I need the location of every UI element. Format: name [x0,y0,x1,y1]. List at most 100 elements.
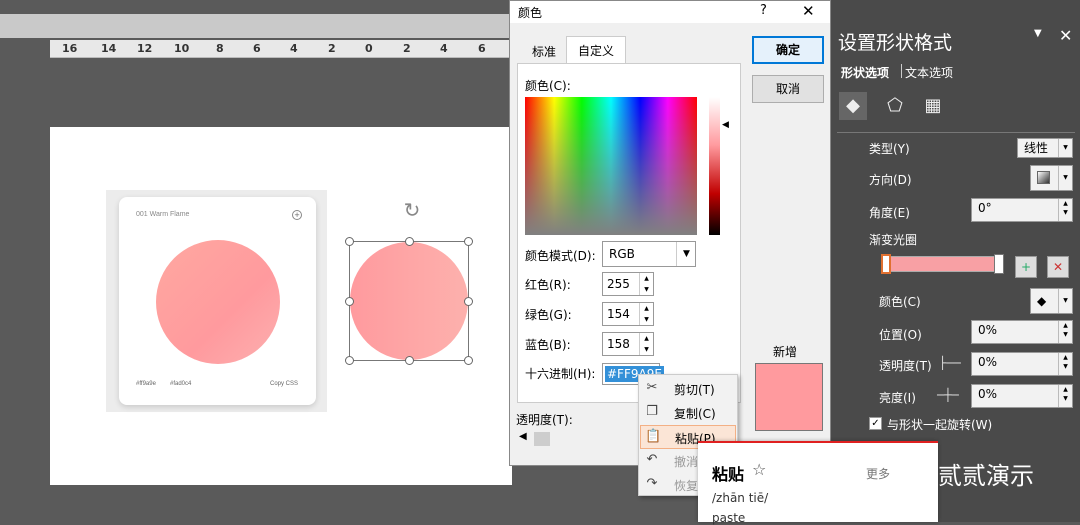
transparency-slider[interactable]: ◀ [517,431,647,447]
color-spectrum[interactable] [525,97,697,235]
ruler-tick: 6 [478,42,486,55]
type-label: 类型(Y) [869,142,910,156]
ruler-tick: 8 [216,42,224,55]
help-button[interactable]: ? [760,3,767,18]
position-label: 位置(O) [879,328,922,342]
ruler-tick: 16 [62,42,78,55]
size-layout-icon[interactable]: ▦ [919,92,947,120]
color-mode-label: 颜色模式(D): [525,249,596,263]
resize-handle[interactable] [464,237,473,246]
gradient-stop[interactable] [994,254,1004,274]
green-label: 绿色(G): [525,308,572,322]
slider-thumb[interactable] [534,432,550,446]
transparency-label: 透明度(T) [879,359,932,373]
copy-icon: ❐ [646,404,658,419]
dictionary-definition: paste [712,511,746,525]
tab-text-options[interactable]: 文本选项 [905,64,953,81]
add-gradient-stop-icon[interactable]: + [1015,256,1037,278]
transparency-slider-icon[interactable]: ├── [939,356,961,370]
undo-icon: ↶ [646,452,658,467]
tab-standard[interactable]: 标准 [522,41,566,63]
dictionary-more-link[interactable]: 更多 [866,465,890,482]
color-label: 颜色(C) [879,295,921,309]
close-icon[interactable]: ✕ [802,2,815,20]
ruler-tick: 2 [328,42,336,55]
spinner-arrows-icon[interactable]: ▲ ▼ [639,303,653,325]
dialog-titlebar [510,1,830,23]
gradient-stops-bar[interactable] [885,256,999,272]
transparency-input[interactable]: 0% ▲ ▼ [971,352,1073,376]
luminance-arrow-icon[interactable]: ◀ [722,120,729,130]
pane-divider [837,132,1075,133]
transparency-label: 透明度(T): [516,413,573,427]
ok-button[interactable]: 确定 [752,36,824,64]
chevron-down-icon[interactable]: ▼ [1058,289,1072,313]
cancel-button[interactable]: 取消 [752,75,824,103]
spinner-arrows-icon[interactable]: ▲ ▼ [1058,321,1072,343]
horizontal-ruler: 16 14 12 10 8 6 4 2 0 2 4 6 [50,40,510,58]
tab-custom[interactable]: 自定义 [566,36,626,64]
remove-gradient-stop-icon[interactable]: ✕ [1047,256,1069,278]
spinner-arrows-icon[interactable]: ▲ ▼ [1058,353,1072,375]
ruler-tick: 14 [101,42,117,55]
spinner-arrows-icon[interactable]: ▲ ▼ [639,273,653,295]
gradient-stop-selected[interactable] [881,254,891,274]
gradient-stops-label: 渐变光圈 [869,233,918,247]
green-input[interactable]: 154 ▲ ▼ [602,302,654,326]
spinner-arrows-icon[interactable]: ▲ ▼ [1058,199,1072,221]
chevron-down-icon[interactable]: ▼ [1058,139,1072,157]
blue-input[interactable]: 158 ▲ ▼ [602,332,654,356]
brightness-label: 亮度(I) [879,391,916,405]
chevron-left-icon[interactable]: ◀ [519,431,527,442]
resize-handle[interactable] [345,297,354,306]
fill-bucket-icon[interactable]: ◆ [839,92,867,120]
chevron-down-icon[interactable]: ▼ [676,242,696,266]
pane-title: 设置形状格式 [838,32,953,54]
menu-item-label: 剪切(T) [674,383,715,397]
star-icon[interactable]: ☆ [752,460,766,479]
ruler-tick: 2 [403,42,411,55]
luminance-slider[interactable] [709,97,720,235]
card-color-code-2: #fad0c4 [170,381,192,387]
dictionary-word: 粘贴 [712,465,745,484]
wechat-logo-icon: ∞ [896,452,930,486]
resize-handle[interactable] [464,356,473,365]
direction-select[interactable]: ▼ [1030,165,1073,191]
menu-item-cut[interactable]: ✂ 剪切(T) [640,377,736,401]
color-picker-button[interactable]: ◆ ▼ [1030,288,1073,314]
type-value: 线性 [1024,141,1049,155]
tab-divider [901,64,902,78]
angle-label: 角度(E) [869,206,910,220]
brightness-slider-icon[interactable]: ─┼─ [937,388,959,402]
chevron-down-icon[interactable]: ▼ [1034,28,1042,39]
menu-item-copy[interactable]: ❐ 复制(C) [640,401,736,425]
spinner-arrows-icon[interactable]: ▲ ▼ [639,333,653,355]
ruler-tick: 4 [290,42,298,55]
type-select[interactable]: 线性 ▼ [1017,138,1073,158]
brightness-input[interactable]: 0% ▲ ▼ [971,384,1073,408]
ruler-tick: 0 [365,42,373,55]
menu-item-label: 恢复 [674,479,699,493]
resize-handle[interactable] [405,237,414,246]
tab-shape-options[interactable]: 形状选项 [841,64,889,81]
position-value: 0% [978,323,998,337]
resize-handle[interactable] [345,356,354,365]
red-input[interactable]: 255 ▲ ▼ [602,272,654,296]
card-title: 001 Warm Flame [136,211,190,218]
rotate-with-shape-checkbox[interactable]: ✓ [869,417,882,430]
selection-box [345,237,473,365]
dictionary-pinyin: /zhān tiē/ [712,491,769,505]
rotate-handle-icon[interactable]: ↻ [399,197,425,223]
chevron-down-icon[interactable]: ▼ [1058,166,1072,190]
close-icon[interactable]: ✕ [1059,26,1072,45]
pentagon-effects-icon[interactable]: ⬠ [881,92,909,120]
angle-input[interactable]: 0° ▲ ▼ [971,198,1073,222]
resize-handle[interactable] [405,356,414,365]
ruler-tick: 12 [137,42,153,55]
card-gradient-circle [156,240,280,364]
position-input[interactable]: 0% ▲ ▼ [971,320,1073,344]
spinner-arrows-icon[interactable]: ▲ ▼ [1058,385,1072,407]
resize-handle[interactable] [464,297,473,306]
menu-item-label: 复制(C) [674,407,716,421]
resize-handle[interactable] [345,237,354,246]
